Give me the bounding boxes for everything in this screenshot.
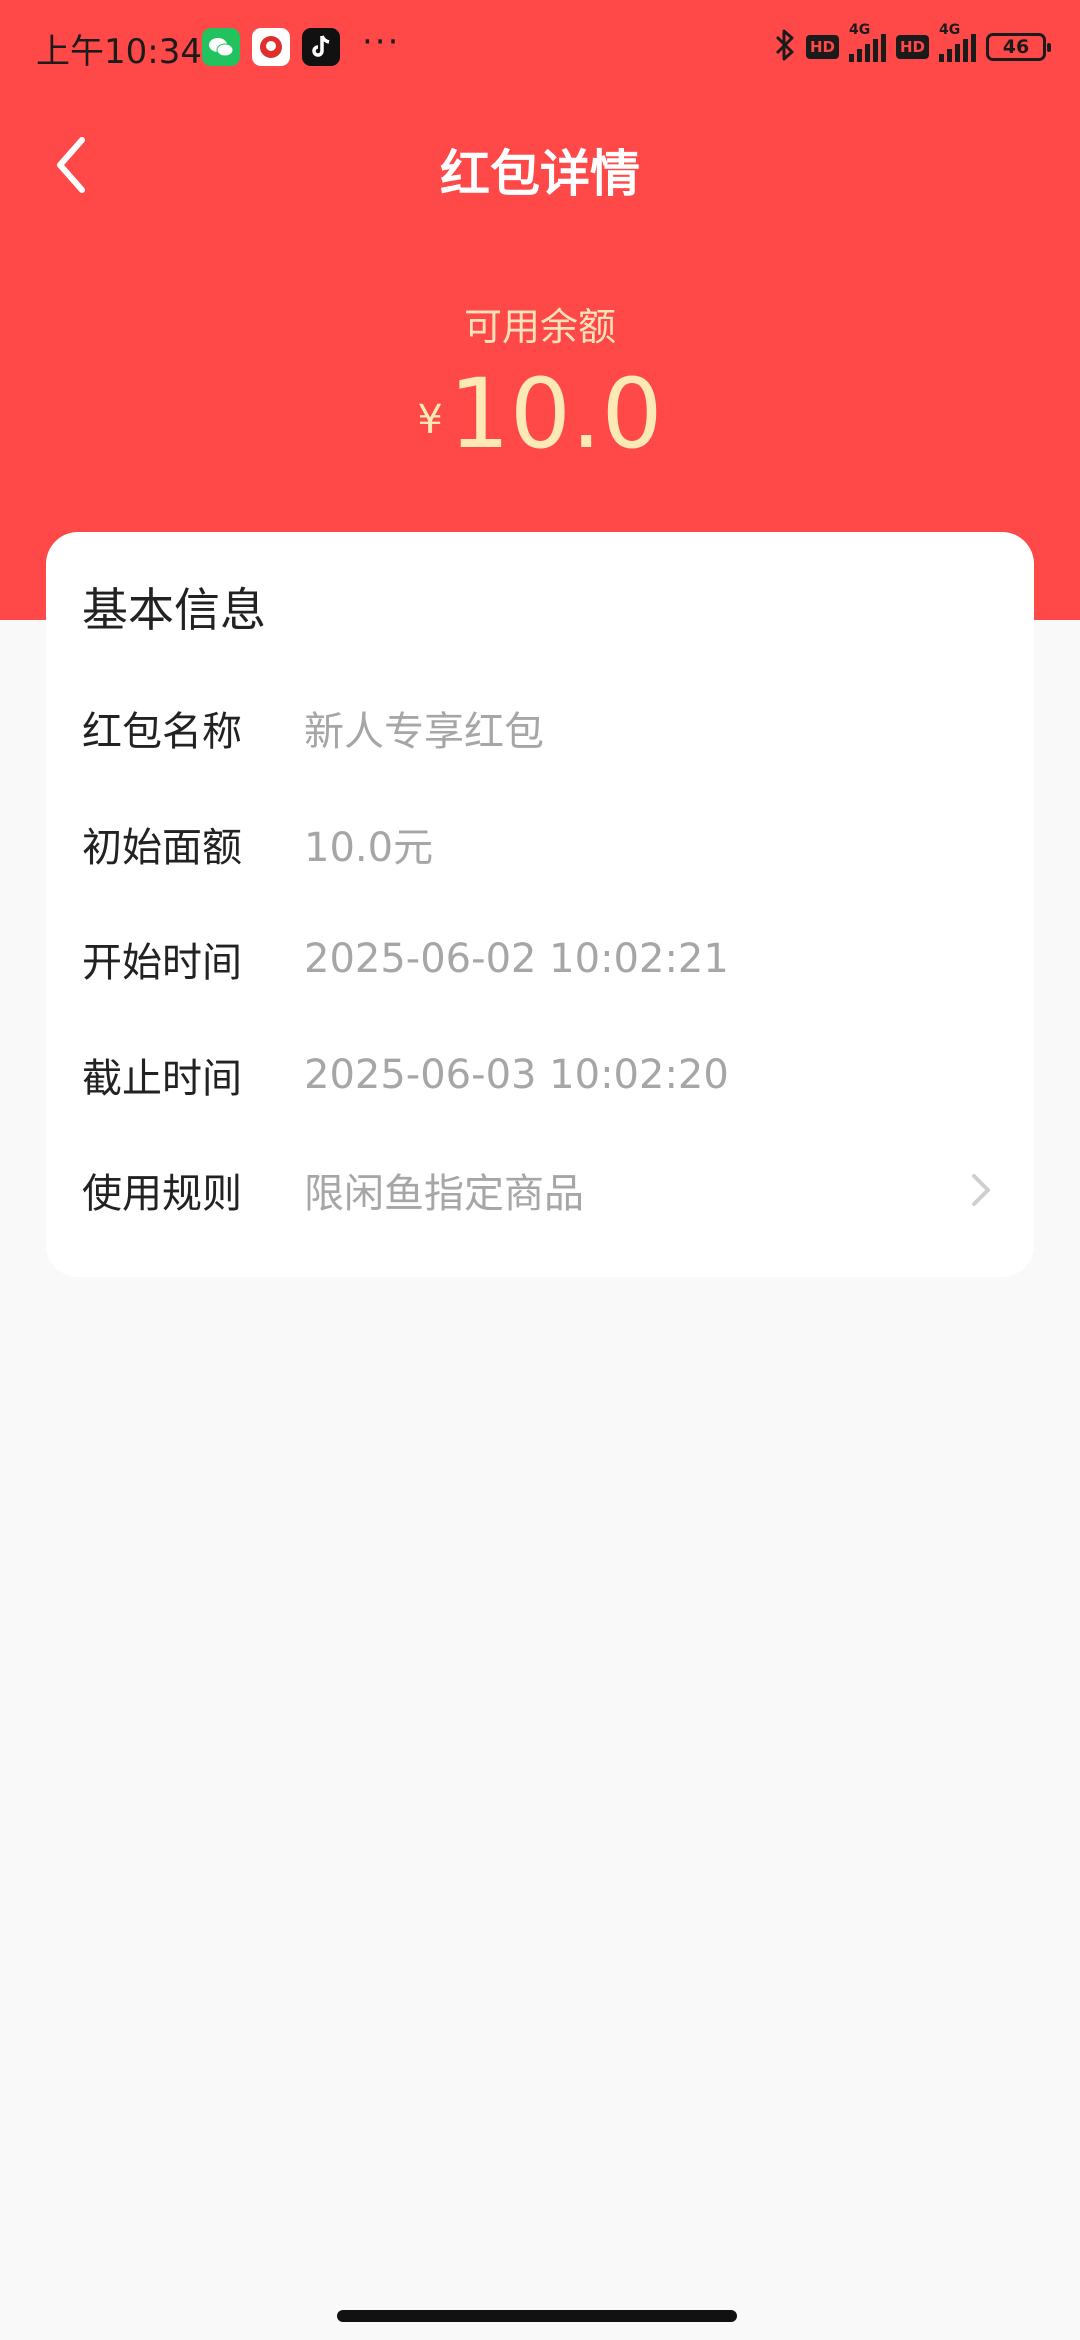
balance-amount: ¥10.0 [0, 358, 1080, 470]
status-bar: 上午10:34 ··· HD 4G HD 4G 46 [0, 0, 1080, 96]
row-value: 2025-06-03 10:02:20 [304, 1052, 729, 1098]
more-notifications-icon: ··· [362, 22, 401, 62]
card-title: 基本信息 [82, 583, 266, 637]
currency-symbol: ¥ [417, 397, 443, 443]
status-indicators: HD 4G HD 4G 46 [774, 22, 1051, 66]
home-indicator[interactable] [337, 2310, 737, 2322]
bluetooth-icon [774, 28, 796, 66]
battery-icon: 46 [986, 33, 1051, 61]
hd-badge-1: HD [805, 35, 839, 59]
row-usage-rules[interactable]: 使用规则 限闲鱼指定商品 [46, 1140, 1034, 1240]
signal-icon-1: 4G [848, 22, 886, 62]
signal-icon-2: 4G [939, 22, 976, 62]
network-type-2: 4G [939, 22, 961, 38]
row-value: 限闲鱼指定商品 [304, 1171, 584, 1217]
row-end-time: 截止时间 2025-06-03 10:02:20 [46, 1025, 1034, 1125]
row-value: 2025-06-02 10:02:21 [304, 936, 729, 982]
xianyu-icon [252, 28, 290, 66]
row-value: 新人专享红包 [304, 709, 544, 755]
row-initial-amount: 初始面额 10.0元 [46, 794, 1034, 894]
network-type-1: 4G [848, 22, 871, 38]
chevron-right-icon [972, 1174, 990, 1206]
row-label: 使用规则 [82, 1171, 242, 1217]
row-label: 红包名称 [82, 709, 242, 755]
row-label: 开始时间 [82, 940, 242, 986]
row-label: 初始面额 [82, 825, 242, 871]
wechat-icon [202, 28, 240, 66]
balance-label: 可用余额 [463, 305, 616, 349]
status-time: 上午10:34 [36, 32, 202, 72]
row-packet-name: 红包名称 新人专享红包 [46, 678, 1034, 778]
balance-value: 10.0 [448, 358, 663, 470]
hd-badge-2: HD [895, 35, 929, 59]
tiktok-icon [302, 28, 340, 66]
row-start-time: 开始时间 2025-06-02 10:02:21 [46, 909, 1034, 1009]
page-title: 红包详情 [440, 145, 640, 203]
basic-info-card: 基本信息 红包名称 新人专享红包 初始面额 10.0元 开始时间 2025-06… [46, 532, 1034, 1277]
row-label: 截止时间 [82, 1056, 242, 1102]
row-value: 10.0元 [304, 825, 434, 871]
